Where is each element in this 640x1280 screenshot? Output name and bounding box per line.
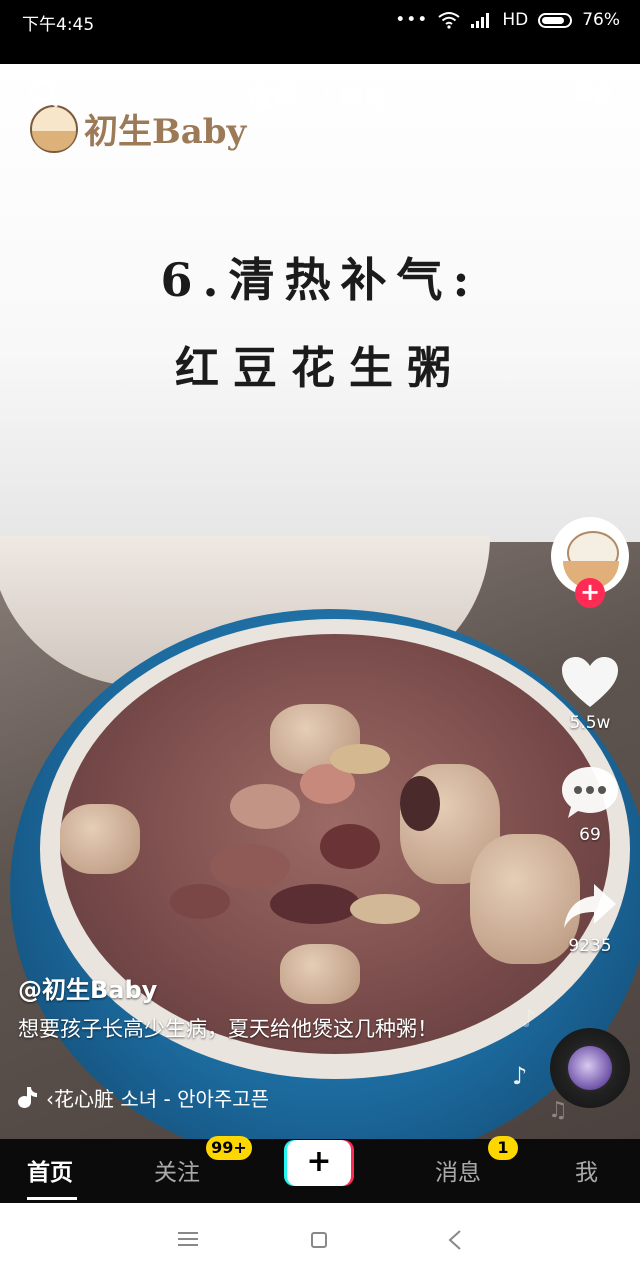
create-post-button[interactable]: +	[284, 1140, 354, 1186]
chick-logo-icon	[30, 104, 78, 153]
tab-recommend[interactable]: 推荐	[247, 78, 299, 115]
menu-icon[interactable]	[178, 1231, 198, 1247]
comment-button[interactable]: 69	[556, 765, 624, 845]
comment-count: 69	[579, 825, 601, 845]
following-badge: 99+	[206, 1136, 252, 1160]
messages-badge: 1	[488, 1136, 518, 1160]
heart-icon	[562, 657, 618, 707]
video-title-card: 初生Baby 6.清热补气: 红豆花生粥	[0, 64, 640, 542]
tab-local[interactable]: 同城	[339, 80, 387, 115]
video-title-line1: 6.清热补气:	[160, 253, 480, 307]
music-disc-cover	[568, 1046, 612, 1090]
music-title: ‹花心脏 소녀 - 안아주고픈	[46, 1086, 270, 1111]
bean	[350, 894, 420, 924]
share-count: 9235	[568, 936, 612, 956]
floating-note-icon: ♪	[512, 1062, 528, 1090]
signal-icon	[471, 13, 490, 28]
video-title-line2: 红豆花生粥	[175, 343, 465, 394]
status-more: •••	[395, 10, 429, 30]
bean	[270, 884, 360, 924]
bean	[170, 884, 230, 919]
like-button[interactable]: 5.5w	[556, 655, 624, 733]
bean	[400, 776, 440, 831]
music-marquee[interactable]: ‹花心脏 소녀 - 안아주고픈	[18, 1082, 318, 1112]
system-nav-bar	[0, 1203, 640, 1280]
music-note-icon	[18, 1087, 37, 1108]
tab-divider	[326, 86, 328, 102]
share-button[interactable]: 9235	[556, 880, 624, 956]
plus-icon: +	[287, 1140, 351, 1186]
food-chunk	[60, 804, 140, 874]
bean	[230, 784, 300, 829]
home-icon[interactable]	[311, 1232, 327, 1248]
status-icons: ••• HD 76%	[395, 10, 620, 30]
tab-following[interactable]: 关注	[154, 1153, 200, 1187]
bean	[210, 844, 290, 889]
network-type: HD	[502, 10, 529, 30]
bean	[330, 744, 390, 774]
video-watermark: 初生Baby	[30, 104, 246, 153]
tab-me[interactable]: 我	[575, 1153, 598, 1187]
search-icon[interactable]	[28, 78, 58, 108]
follow-button[interactable]: +	[575, 578, 605, 608]
floating-note-icon: ♫	[548, 1098, 568, 1123]
tab-home-indicator	[27, 1197, 77, 1200]
bean	[320, 824, 380, 869]
share-arrow-icon	[564, 884, 616, 928]
floating-note-icon: ♪	[521, 1005, 537, 1033]
tab-messages[interactable]: 消息	[435, 1153, 481, 1187]
back-icon[interactable]	[446, 1229, 464, 1251]
like-count: 5.5w	[569, 713, 611, 733]
watermark-text: 初生Baby	[84, 112, 247, 152]
post-caption: 想要孩子长高少生病，夏天给他煲这几种粥！	[18, 1017, 438, 1041]
tab-home[interactable]: 首页	[27, 1153, 73, 1187]
live-icon[interactable]	[574, 84, 612, 104]
author-username[interactable]: @初生Baby	[18, 970, 157, 1005]
status-time: 下午4:45	[22, 15, 95, 35]
food-chunk	[280, 944, 360, 1004]
battery-percent: 76%	[582, 10, 620, 30]
music-disc[interactable]	[550, 1028, 630, 1108]
wifi-icon	[438, 12, 460, 29]
comment-icon	[562, 767, 618, 818]
battery-icon	[538, 12, 573, 28]
status-bar: 下午4:45 ••• HD 76%	[0, 0, 640, 64]
